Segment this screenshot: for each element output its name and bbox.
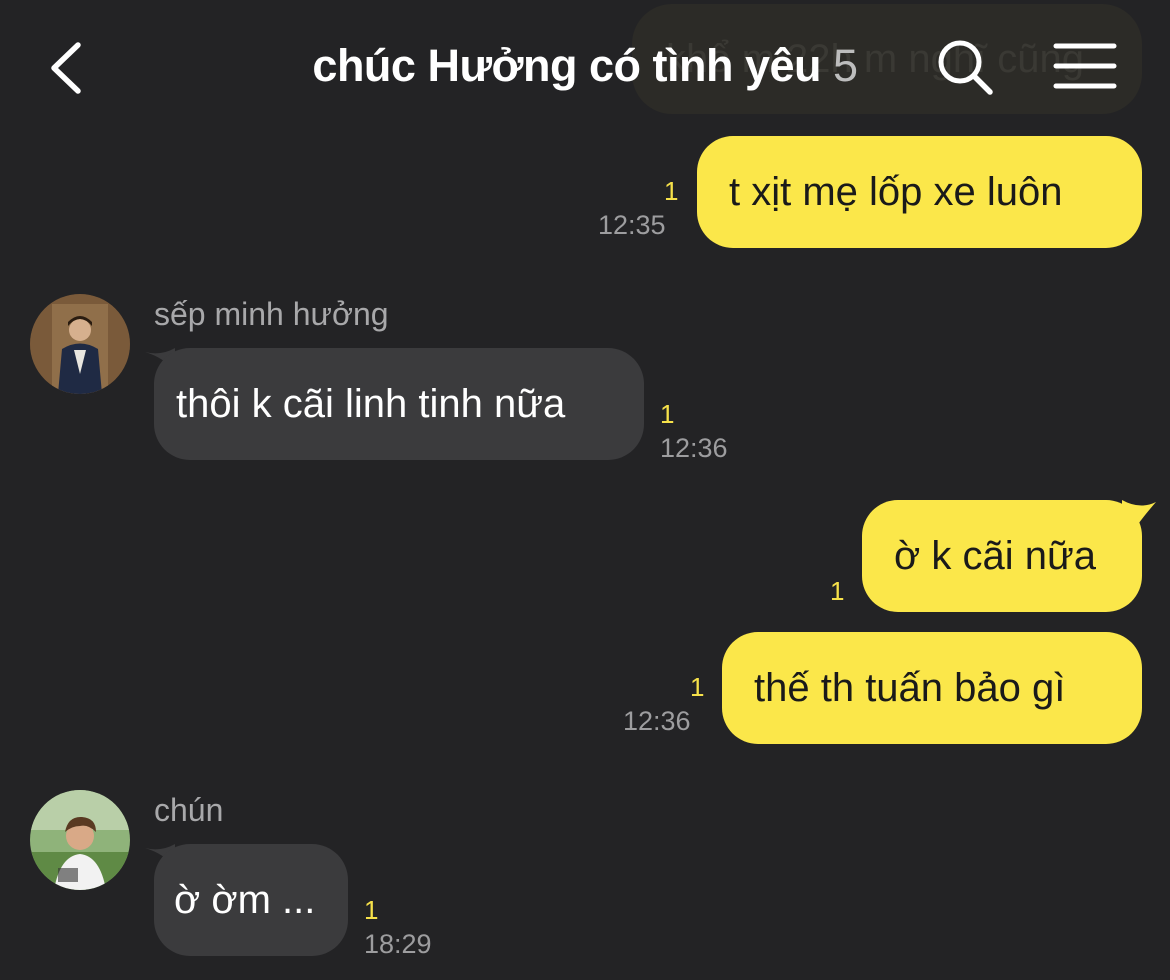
- avatar-chun[interactable]: [30, 790, 130, 890]
- chat-title-text: chúc Hưởng có tình yêu: [312, 40, 822, 91]
- member-count: 5: [833, 40, 858, 91]
- message-text: ờ ờm ...: [174, 878, 316, 922]
- unread-count: 1: [660, 399, 675, 429]
- hamburger-menu-icon: [1053, 43, 1117, 89]
- their-message-bubble[interactable]: ờ ờm ...: [154, 844, 348, 956]
- message-text: ờ k cãi nữa: [894, 534, 1096, 578]
- my-message-bubble[interactable]: t xịt mẹ lốp xe luôn: [697, 136, 1142, 248]
- message-time: 12:35: [598, 210, 666, 240]
- message-text: t xịt mẹ lốp xe luôn: [729, 170, 1063, 214]
- unread-count: 1: [364, 895, 379, 925]
- search-icon: [938, 40, 993, 95]
- message-time: 18:29: [364, 929, 432, 959]
- avatar-sep-minh-huong[interactable]: [30, 294, 130, 394]
- unread-count: 1: [690, 672, 705, 702]
- chat-header: chúc Hưởng có tình yêu 5: [0, 0, 1170, 135]
- search-button[interactable]: [936, 38, 994, 96]
- their-message-bubble[interactable]: thôi k cãi linh tinh nữa: [154, 348, 644, 460]
- sender-name: chún: [154, 792, 224, 828]
- message-text: thôi k cãi linh tinh nữa: [176, 382, 566, 426]
- sender-name: sếp minh hưởng: [154, 296, 389, 332]
- my-message-bubble[interactable]: thế th tuấn bảo gì: [722, 632, 1142, 744]
- menu-button[interactable]: [1052, 40, 1118, 92]
- chat-title: chúc Hưởng có tình yêu 5: [0, 40, 1170, 92]
- message-time: 12:36: [660, 433, 728, 463]
- avatar-image: [30, 790, 130, 890]
- message-time: 12:36: [623, 706, 691, 736]
- unread-count: 1: [830, 576, 845, 606]
- unread-count: 1: [664, 176, 679, 206]
- my-message-bubble[interactable]: ờ k cãi nữa: [862, 500, 1142, 612]
- message-text: thế th tuấn bảo gì: [754, 666, 1066, 710]
- avatar-image: [30, 294, 130, 394]
